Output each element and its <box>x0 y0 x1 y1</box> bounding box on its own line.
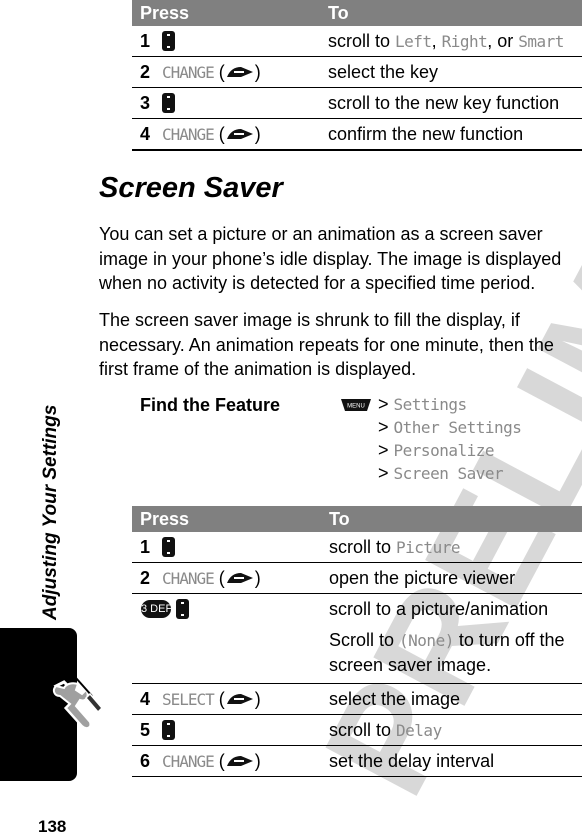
step-description: confirm the new function <box>328 124 524 144</box>
table-row: 1 scroll to Picture <box>132 532 582 563</box>
soft-key-icon <box>226 755 253 766</box>
header-to: To <box>329 506 582 532</box>
softkey-label: CHANGE <box>162 63 215 82</box>
table-row: 2 CHANGE () open the picture viewer <box>132 562 582 594</box>
step-note: Scroll to (None) to turn off the screen … <box>329 630 565 675</box>
menu-key-label: MENU <box>347 404 365 410</box>
step-number: 5 <box>140 720 151 740</box>
step-description: select the image <box>329 689 461 709</box>
step-description: scroll to Picture <box>329 537 460 557</box>
soft-key-icon <box>226 693 253 704</box>
step-description: select the key <box>328 62 439 82</box>
table-row: 5 scroll to Delay <box>132 714 582 746</box>
table-row: 6 CHANGE () set the delay interval <box>132 745 582 777</box>
step-description: scroll to Left, Right, or Smart <box>328 31 564 51</box>
section-title: Screen Saver <box>99 172 283 204</box>
steps-table-bottom: Press To 1 scroll to Picture 2 CHANGE () … <box>132 506 582 777</box>
nav-key-icon <box>162 92 175 113</box>
step-number: 3 <box>140 93 151 113</box>
menu-path-item: > Personalize <box>378 440 495 460</box>
chapter-title: Adjusting Your Settings <box>40 404 61 620</box>
step-number: 4 <box>140 689 151 709</box>
step-number: 2 <box>140 62 151 82</box>
table-row: 4 SELECT () select the image <box>132 683 582 715</box>
step-description: set the delay interval <box>329 751 495 771</box>
step-number: 6 <box>140 751 151 771</box>
header-to: To <box>328 0 582 26</box>
table-header: Press To <box>132 0 582 26</box>
softkey-label: CHANGE <box>162 569 215 588</box>
steps-table-top: Press To 1 scroll to Left, Right, or Sma… <box>132 0 582 150</box>
step-number: 4 <box>140 124 151 144</box>
body-paragraph: You can set a picture or an animation as… <box>99 224 562 293</box>
nav-key-icon <box>162 719 175 740</box>
menu-path-item: > Other Settings <box>378 417 522 437</box>
softkey-label: CHANGE <box>162 752 215 771</box>
soft-key-icon <box>226 128 253 139</box>
table-row: 1 scroll to Left, Right, or Smart <box>132 26 582 57</box>
step-description: scroll to a picture/animation <box>329 599 549 619</box>
table-row: 3 DEF scroll to a picture/animation Scro… <box>132 593 582 684</box>
nav-key-icon <box>162 536 175 557</box>
step-description: scroll to Delay <box>329 720 442 740</box>
table-row: 3 scroll to the new key function <box>132 87 582 119</box>
soft-key-icon <box>226 66 253 77</box>
table-row: 4 CHANGE () confirm the new function <box>132 118 582 150</box>
tools-icon <box>52 677 104 730</box>
softkey-label: SELECT <box>162 690 215 709</box>
step-description: scroll to the new key function <box>328 93 560 113</box>
step-number: 2 <box>140 568 151 588</box>
step-number: 1 <box>140 31 151 51</box>
page-number: 138 <box>38 817 67 836</box>
menu-path-item: > Screen Saver <box>378 463 504 483</box>
body-paragraph: The screen saver image is shrunk to fill… <box>99 310 554 379</box>
soft-key-icon <box>226 572 253 583</box>
nav-key-icon <box>162 30 175 51</box>
step-number: 1 <box>140 537 151 557</box>
menu-path: > Settings > Other Settings > Personaliz… <box>378 393 522 485</box>
header-press: Press <box>132 0 328 26</box>
table-header: Press To <box>132 506 582 532</box>
table-row: 2 CHANGE () select the key <box>132 56 582 88</box>
table-end-rule <box>132 150 582 151</box>
menu-path-item: > Settings <box>378 394 467 414</box>
nav-key-icon <box>176 598 190 619</box>
menu-key-icon: MENU <box>341 399 371 411</box>
header-press: Press <box>132 506 329 532</box>
step-description: open the picture viewer <box>329 568 516 588</box>
softkey-label: CHANGE <box>162 125 215 144</box>
key-3-icon: 3 DEF <box>141 599 172 618</box>
find-feature-label: Find the Feature <box>140 395 281 415</box>
